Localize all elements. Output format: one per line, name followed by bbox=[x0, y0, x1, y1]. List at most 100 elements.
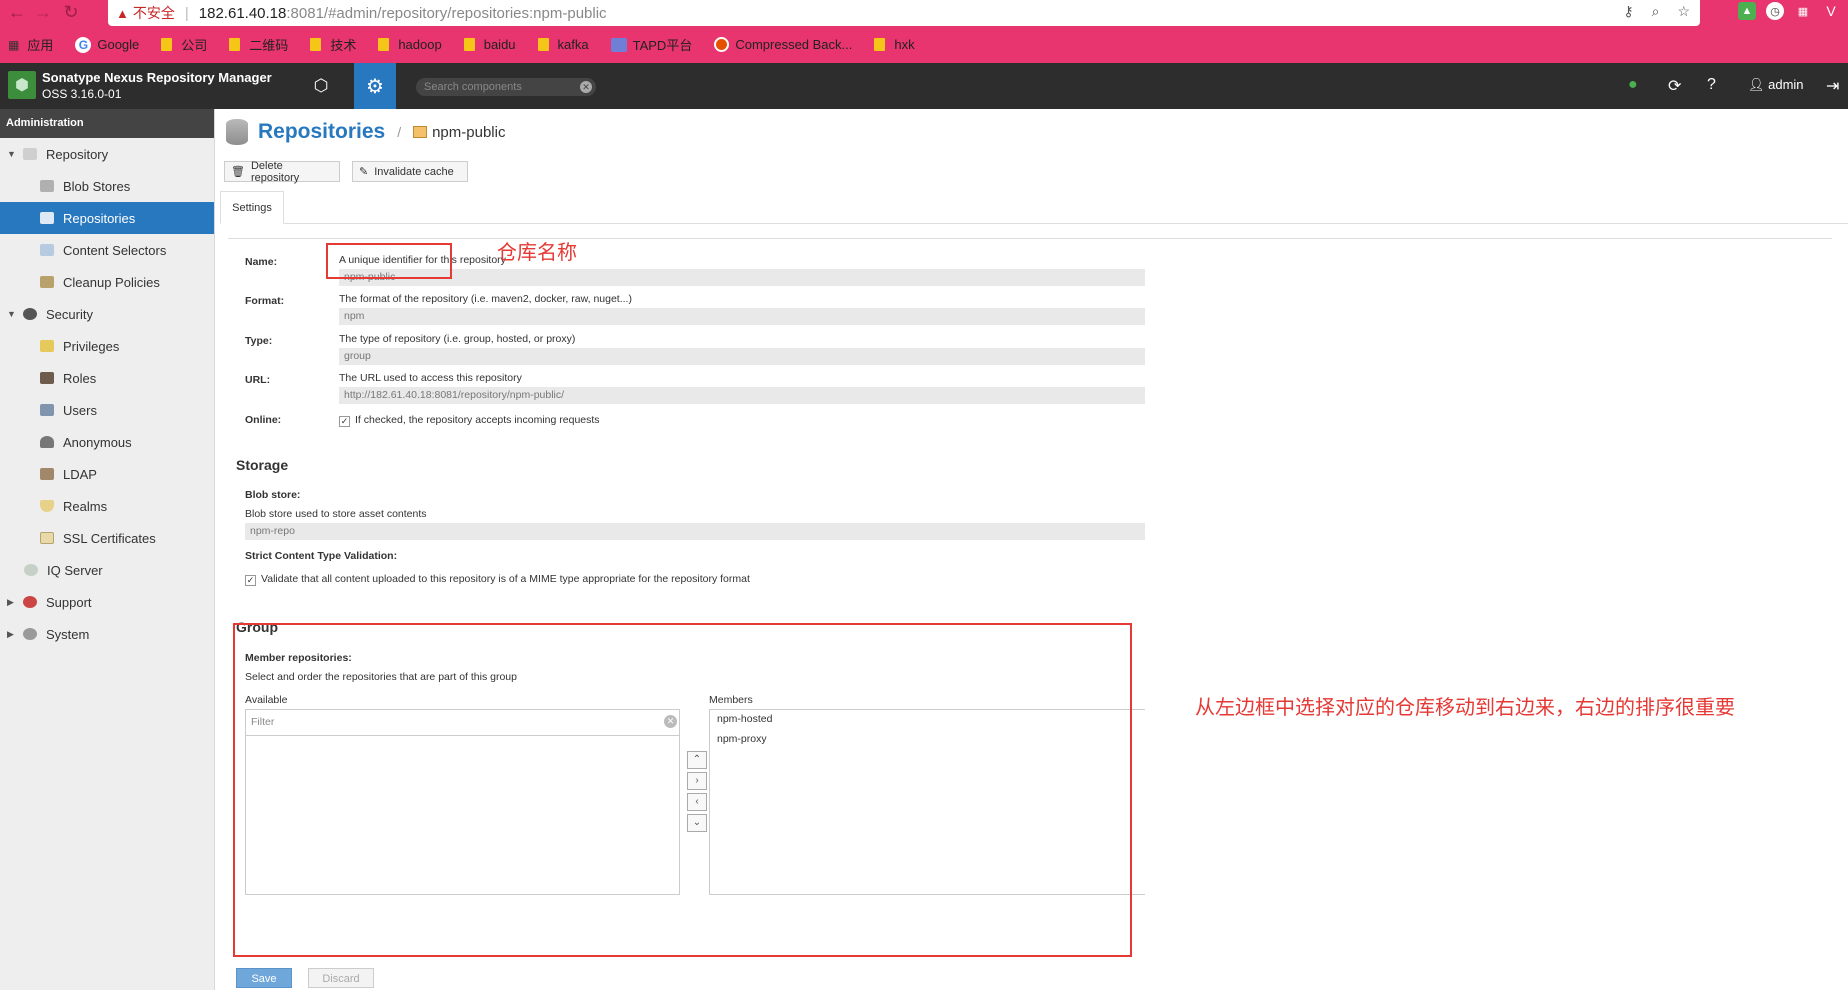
zoom-icon[interactable]: ⌕ bbox=[1652, 3, 1660, 20]
ldap-book-icon bbox=[40, 468, 54, 480]
broom-icon bbox=[40, 276, 54, 288]
support-lifebuoy-icon bbox=[23, 596, 37, 608]
type-field[interactable]: group bbox=[339, 348, 1145, 365]
compressed-icon bbox=[714, 37, 730, 52]
search-components-input[interactable]: Search components ✕ bbox=[416, 78, 596, 96]
tapd-icon bbox=[610, 37, 627, 52]
annotation-name-box bbox=[326, 243, 452, 279]
iq-server-icon bbox=[24, 564, 38, 576]
collapsed-triangle-icon[interactable]: ▶ bbox=[7, 629, 17, 640]
save-button[interactable]: Save bbox=[236, 968, 292, 988]
admin-gear-icon[interactable]: ⚙ bbox=[354, 63, 396, 109]
bookmark-tapd[interactable]: TAPD平台 bbox=[610, 35, 692, 54]
strict-validation-checkbox[interactable]: ✓ bbox=[245, 575, 256, 586]
sidebar-item-system[interactable]: ▶ System bbox=[0, 618, 214, 650]
user-menu[interactable]: 👤︎ admin bbox=[1748, 77, 1804, 93]
blob-store-field[interactable]: npm-repo bbox=[245, 523, 1145, 540]
strict-validation-label: Strict Content Type Validation: bbox=[245, 550, 398, 562]
sidebar-item-ssl-certificates[interactable]: SSL Certificates bbox=[0, 522, 214, 554]
sidebar-item-realms[interactable]: Realms bbox=[0, 490, 214, 522]
expand-triangle-icon[interactable]: ▼ bbox=[7, 309, 17, 319]
bookmark-folder[interactable]: baidu bbox=[463, 37, 516, 52]
bookmark-folder[interactable]: hxk bbox=[874, 37, 915, 52]
discard-button[interactable]: Discard bbox=[308, 968, 374, 988]
extension-grid-icon[interactable]: ▦ bbox=[1794, 2, 1812, 20]
blob-store-help: Blob store used to store asset contents bbox=[245, 508, 427, 520]
anonymous-user-icon bbox=[40, 436, 54, 448]
database-icon bbox=[226, 119, 248, 145]
clear-search-icon[interactable]: ✕ bbox=[580, 81, 592, 93]
folder-icon bbox=[378, 38, 390, 51]
sidebar-item-anonymous[interactable]: Anonymous bbox=[0, 426, 214, 458]
sidebar-item-roles[interactable]: Roles bbox=[0, 362, 214, 394]
sidebar-item-iq-server[interactable]: IQ Server bbox=[0, 554, 214, 586]
back-icon[interactable]: ← bbox=[6, 2, 28, 23]
expand-triangle-icon[interactable]: ▼ bbox=[7, 149, 17, 159]
trash-icon: 🗑︎ bbox=[231, 166, 245, 178]
breadcrumb: Repositories / npm-public bbox=[226, 119, 505, 145]
sign-out-icon[interactable]: ⇥ bbox=[1826, 76, 1839, 96]
folder-icon bbox=[463, 38, 475, 51]
sidebar-item-blob-stores[interactable]: Blob Stores bbox=[0, 170, 214, 202]
sidebar-item-content-selectors[interactable]: Content Selectors bbox=[0, 234, 214, 266]
browse-cube-icon[interactable]: ⬡ bbox=[305, 71, 337, 101]
blob-store-label: Blob store: bbox=[245, 489, 301, 501]
url-help: The URL used to access this repository bbox=[339, 372, 522, 384]
apps-grid-icon: ▦ bbox=[8, 37, 20, 52]
sidebar-item-repository[interactable]: ▼ Repository bbox=[0, 138, 214, 170]
url-path: :8081/#admin/repository/repositories:npm… bbox=[286, 4, 607, 22]
sidebar-item-users[interactable]: Users bbox=[0, 394, 214, 426]
online-label: Online: bbox=[245, 414, 282, 426]
online-help: If checked, the repository accepts incom… bbox=[355, 414, 600, 426]
bookmark-apps[interactable]: ▦ 应用 bbox=[8, 35, 53, 54]
group-repository-icon bbox=[413, 126, 428, 138]
extension-drive-icon[interactable]: ▲ bbox=[1738, 2, 1756, 20]
status-ok-icon[interactable]: ● bbox=[1628, 76, 1638, 94]
collapsed-triangle-icon[interactable]: ▶ bbox=[7, 597, 17, 608]
invalidate-cache-button[interactable]: ✎ Invalidate cache bbox=[352, 161, 468, 182]
sidebar-item-cleanup-policies[interactable]: Cleanup Policies bbox=[0, 266, 214, 298]
url-label: URL: bbox=[245, 374, 271, 386]
sidebar-item-support[interactable]: ▶ Support bbox=[0, 586, 214, 618]
medal-icon bbox=[40, 340, 54, 352]
online-checkbox[interactable]: ✓ bbox=[339, 416, 350, 427]
system-gear-icon bbox=[23, 628, 37, 640]
sidebar-item-privileges[interactable]: Privileges bbox=[0, 330, 214, 362]
help-icon[interactable]: ? bbox=[1707, 76, 1716, 94]
format-field[interactable]: npm bbox=[339, 308, 1145, 325]
bookmark-folder[interactable]: 公司 bbox=[161, 35, 207, 54]
bookmark-compressed[interactable]: Compressed Back... bbox=[714, 37, 852, 52]
key-icon[interactable]: ⚷ bbox=[1623, 3, 1633, 20]
role-icon bbox=[40, 372, 54, 384]
reload-icon[interactable]: ↻ bbox=[60, 2, 82, 23]
content-selector-icon bbox=[40, 244, 54, 256]
warning-icon: ▲ bbox=[116, 5, 129, 21]
admin-sidebar: Administration ▼ Repository Blob Stores R… bbox=[0, 109, 215, 990]
folder-icon bbox=[874, 38, 886, 51]
url-field[interactable]: http://182.61.40.18:8081/repository/npm-… bbox=[339, 387, 1145, 404]
repository-icon bbox=[23, 148, 37, 160]
annotation-group-box bbox=[233, 623, 1132, 957]
sidebar-item-repositories[interactable]: Repositories bbox=[0, 202, 214, 234]
bookmark-google[interactable]: G Google bbox=[75, 36, 139, 53]
sidebar-item-ldap[interactable]: LDAP bbox=[0, 458, 214, 490]
refresh-icon[interactable]: ⟳ bbox=[1668, 76, 1681, 96]
delete-repository-button[interactable]: 🗑︎ Delete repository bbox=[224, 160, 340, 184]
extension-vue-icon[interactable]: V bbox=[1822, 2, 1840, 20]
tab-settings[interactable]: Settings bbox=[220, 191, 284, 224]
name-field[interactable]: npm-public bbox=[339, 269, 1145, 286]
extension-clock-icon[interactable]: ◷ bbox=[1766, 2, 1784, 20]
sidebar-item-security[interactable]: ▼ Security bbox=[0, 298, 214, 330]
user-icon: 👤︎ bbox=[1748, 77, 1769, 92]
format-help: The format of the repository (i.e. maven… bbox=[339, 293, 632, 305]
bookmark-folder[interactable]: 技术 bbox=[310, 35, 356, 54]
bookmark-folder[interactable]: 二维码 bbox=[229, 35, 288, 54]
bookmark-star-icon[interactable]: ☆ bbox=[1677, 3, 1690, 20]
bookmark-folder[interactable]: kafka bbox=[537, 37, 589, 52]
eraser-icon: ✎ bbox=[359, 166, 369, 178]
address-bar[interactable]: ▲ 不安全 | 182.61.40.18:8081/#admin/reposit… bbox=[108, 0, 1700, 26]
folder-icon bbox=[161, 38, 173, 51]
page-title[interactable]: Repositories bbox=[258, 120, 385, 144]
forward-icon[interactable]: → bbox=[32, 2, 54, 23]
bookmark-folder[interactable]: hadoop bbox=[378, 37, 442, 52]
